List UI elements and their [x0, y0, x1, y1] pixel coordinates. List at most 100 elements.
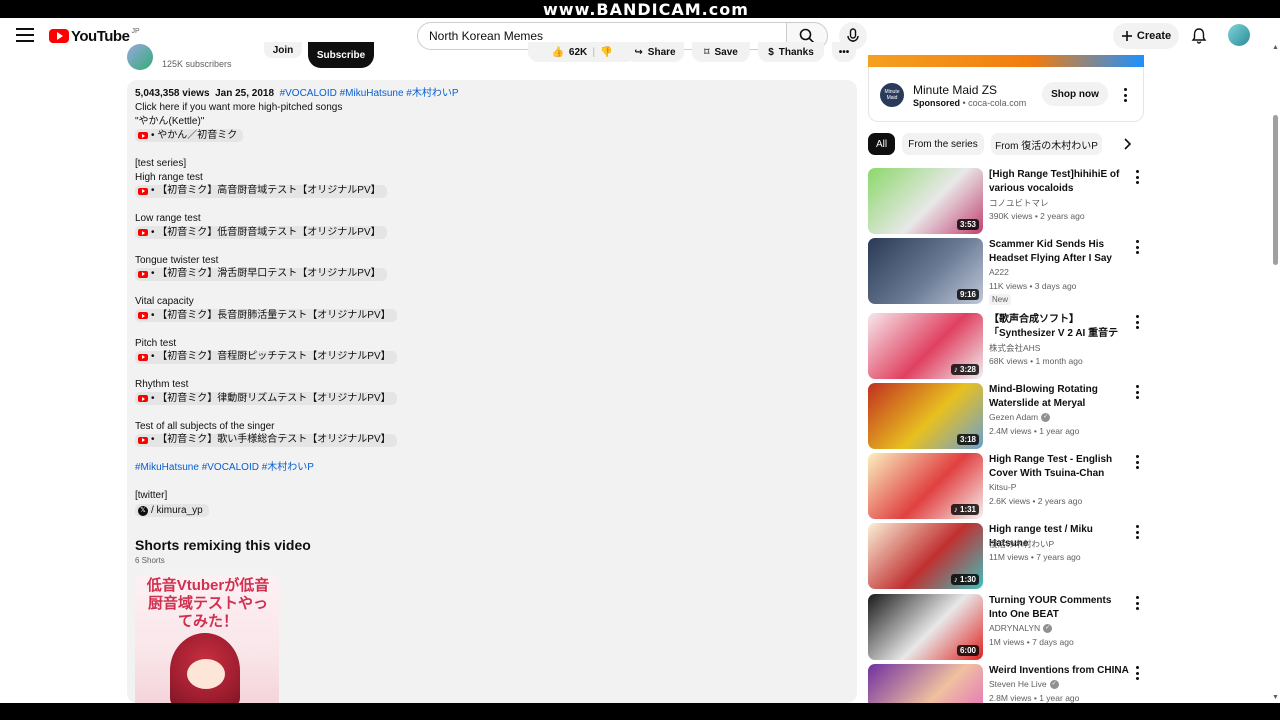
recommended-video[interactable]: ♪ 1:31 High Range Test - English Cover Wi…	[868, 453, 1144, 519]
ad-more-icon[interactable]	[1123, 88, 1127, 102]
channel-name[interactable]: Kitsu-P	[989, 482, 1016, 492]
shop-now-button[interactable]: Shop now	[1042, 82, 1108, 106]
video-meta: 2.6K views • 2 years ago	[989, 496, 1083, 506]
subscribe-button[interactable]: Subscribe	[308, 42, 374, 68]
video-meta: 390K views • 2 years ago	[989, 211, 1085, 221]
description-line: Vital capacity	[135, 295, 835, 309]
subscriber-count: 125K subscribers	[162, 59, 232, 69]
like-count[interactable]: 62K	[569, 47, 587, 58]
channel-name[interactable]: A222	[989, 267, 1009, 277]
more-vert-icon[interactable]	[1135, 170, 1139, 184]
video-meta: 11K views • 3 days ago	[989, 281, 1077, 291]
video-link-chip[interactable]: • 【初音ミク】音程厨ピッチテスト【オリジナルPV】	[135, 350, 397, 364]
more-actions-button[interactable]: •••	[832, 42, 856, 62]
recommended-video[interactable]: 6:00 Turning YOUR Comments Into One BEAT A…	[868, 594, 1144, 660]
youtube-mini-icon	[138, 436, 148, 444]
thumbs-down-icon[interactable]: 👎	[600, 47, 612, 58]
video-thumbnail[interactable]: 3:53	[868, 168, 983, 234]
video-thumbnail[interactable]: ♪ 1:30	[868, 523, 983, 589]
verified-check-icon: ✓	[1049, 680, 1059, 690]
channel-name[interactable]: Gezen Adam ✓	[989, 412, 1051, 423]
channel-name[interactable]: 復活の木村わいP	[989, 538, 1054, 550]
thumbs-up-icon[interactable]: 👍	[551, 47, 563, 58]
more-vert-icon[interactable]	[1135, 596, 1139, 610]
description-line: • 【初音ミク】低音厨音域テスト【オリジナルPV】	[135, 226, 835, 240]
ad-title[interactable]: Minute Maid ZS	[913, 83, 997, 97]
video-title[interactable]: Mind-Blowing Rotating Waterslide at Mery…	[989, 383, 1131, 411]
divider: |	[592, 46, 596, 58]
video-link-chip[interactable]: • 【初音ミク】長音厨肺活量テスト【オリジナルPV】	[135, 309, 397, 322]
video-thumbnail[interactable]: 9:16	[868, 238, 983, 304]
video-link-chip[interactable]: • やかん／初音ミク	[135, 129, 244, 142]
video-link-chip[interactable]: • 【初音ミク】律動厨リズムテスト【オリジナルPV】	[135, 392, 397, 405]
channel-name[interactable]: Steven He Live ✓	[989, 679, 1059, 690]
description-hashtags[interactable]: #VOCALOID #MikuHatsune #木村わいP	[280, 88, 459, 99]
filter-chip[interactable]: From the series	[902, 133, 984, 155]
chevron-right-icon[interactable]	[1120, 137, 1134, 151]
save-button[interactable]: ⌑ Save	[692, 42, 750, 62]
bookmark-icon: ⌑	[704, 46, 710, 58]
more-vert-icon[interactable]	[1135, 455, 1139, 469]
duration-badge: 9:16	[956, 289, 979, 300]
video-link-chip[interactable]: • 【初音ミク】歌い手様総合テスト【オリジナルPV】	[135, 433, 397, 447]
channel-name[interactable]: 株式会社AHS	[989, 342, 1040, 354]
video-thumbnail[interactable]: ♪ 1:31	[868, 453, 983, 519]
description-tags-line[interactable]: #MikuHatsune #VOCALOID #木村わいP	[135, 462, 314, 473]
video-link-chip[interactable]: • 【初音ミク】滑舌厨早口テスト【オリジナルPV】	[135, 267, 387, 281]
video-link-chip[interactable]: • 【初音ミク】低音厨音域テスト【オリジナルPV】	[135, 226, 387, 239]
duration-badge: 3:53	[956, 219, 979, 230]
share-button[interactable]: ↪ Share	[626, 42, 684, 62]
more-vert-icon[interactable]	[1135, 666, 1139, 680]
channel-avatar[interactable]	[127, 44, 153, 70]
video-thumbnail[interactable]: ♪ 3:28	[868, 313, 983, 379]
video-title[interactable]: 【歌声合成ソフト】「Synthesizer V 2 AI 重音テト…	[989, 313, 1131, 341]
description-line: • 【初音ミク】歌い手様総合テスト【オリジナルPV】	[135, 433, 835, 448]
more-horizontal-icon: •••	[838, 46, 850, 58]
description-line: "やかん(Kettle)"	[135, 115, 835, 129]
account-avatar[interactable]	[1228, 24, 1250, 46]
video-thumbnail[interactable]: 6:00	[868, 594, 983, 660]
video-title[interactable]: [High Range Test]hihihiE of various voca…	[989, 168, 1131, 196]
create-button[interactable]: Create	[1113, 23, 1179, 49]
description-line: • やかん／初音ミク	[135, 129, 835, 143]
video-title[interactable]: Scammer Kid Sends His Headset Flying Aft…	[989, 238, 1131, 266]
scroll-down-arrow-icon[interactable]: ▼	[1272, 694, 1279, 701]
channel-name[interactable]: コノユビトマレ	[989, 197, 1049, 209]
filter-chip[interactable]: All	[868, 133, 895, 155]
shorts-count: 6 Shorts	[135, 556, 165, 565]
scrollbar-thumb[interactable]	[1273, 115, 1278, 265]
more-vert-icon[interactable]	[1135, 315, 1139, 329]
thanks-button[interactable]: $ Thanks	[758, 42, 824, 62]
notifications-bell-icon[interactable]	[1190, 27, 1208, 45]
recommended-video[interactable]: ♪ 3:28 【歌声合成ソフト】「Synthesizer V 2 AI 重音テト……	[868, 313, 1144, 379]
scroll-up-arrow-icon[interactable]: ▲	[1272, 44, 1279, 51]
recommended-video[interactable]: 3:18 Mind-Blowing Rotating Waterslide at …	[868, 383, 1144, 449]
recommended-video[interactable]: ♪ 1:30 High range test / Miku Hatsune 復活の木…	[868, 523, 1144, 589]
video-link-chip[interactable]: • 【初音ミク】高音厨音域テスト【オリジナルPV】	[135, 184, 387, 198]
more-vert-icon[interactable]	[1135, 385, 1139, 399]
video-title[interactable]: Turning YOUR Comments Into One BEAT	[989, 594, 1131, 622]
logo-text: YouTube	[71, 27, 130, 45]
more-vert-icon[interactable]	[1135, 525, 1139, 539]
recommended-video[interactable]: 9:16 Scammer Kid Sends His Headset Flying…	[868, 238, 1144, 305]
filter-chip[interactable]: From 復活の木村わいP	[991, 133, 1102, 155]
channel-name-text: 復活の木村わいP	[989, 539, 1055, 549]
ad-banner-image[interactable]	[868, 55, 1144, 67]
ad-advertiser-logo[interactable]: Minute Maid	[880, 83, 904, 107]
video-thumbnail[interactable]: 3:18	[868, 383, 983, 449]
page-scrollbar[interactable]	[1271, 55, 1280, 703]
short-thumbnail[interactable]: 低音Vtuberが低音厨音域テストやってみた！	[135, 575, 279, 703]
channel-name[interactable]: ADRYNALYN ✓	[989, 623, 1053, 634]
join-label: Join	[272, 44, 294, 56]
twitter-link-chip[interactable]: 𝕏 / kimura_yp	[135, 504, 209, 517]
video-title[interactable]: Weird Inventions from CHINA	[989, 664, 1131, 678]
more-vert-icon[interactable]	[1135, 240, 1139, 254]
join-button[interactable]: Join	[264, 42, 302, 58]
recommended-video[interactable]: 3:53 [High Range Test]hihihiE of various …	[868, 168, 1144, 234]
menu-icon[interactable]	[16, 28, 34, 42]
video-title[interactable]: High Range Test - English Cover With Tsu…	[989, 453, 1131, 481]
